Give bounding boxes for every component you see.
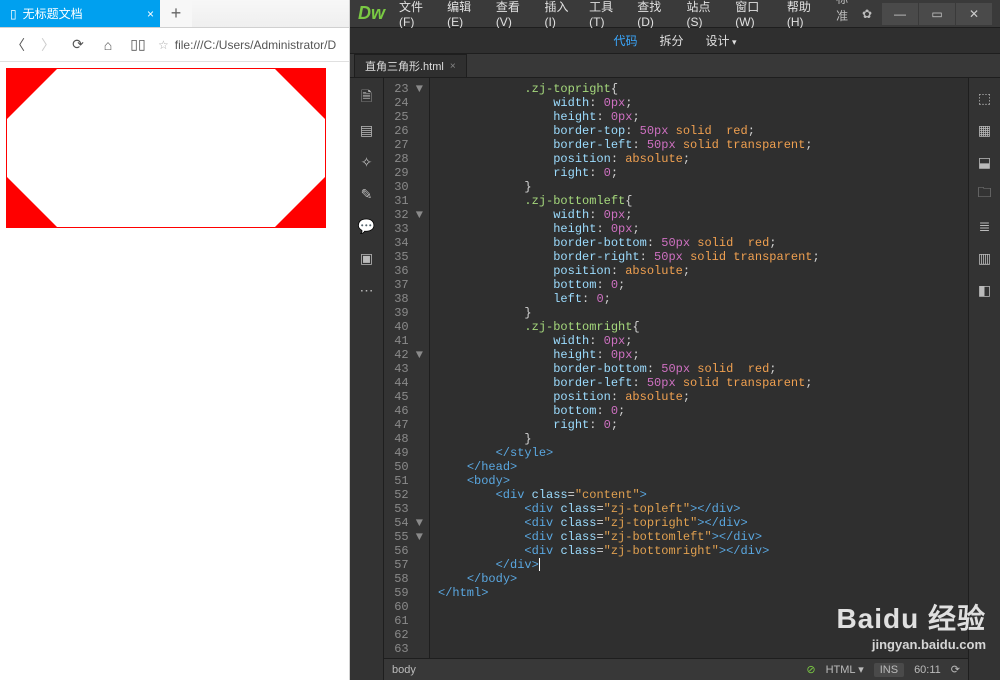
workarea: 🗎 ▤ ✧ ✎ 💬 ▣ ⋯ 23 ▼ 24 25 26 27 28 29 30 …	[350, 78, 1000, 680]
comment-icon[interactable]: 💬	[357, 216, 377, 236]
browser-tab[interactable]: ▯ 无标题文档 ×	[0, 0, 160, 27]
close-tab-icon[interactable]: ×	[147, 7, 154, 21]
line-gutter[interactable]: 23 ▼ 24 25 26 27 28 29 30 31 32 ▼ 33 34 …	[384, 78, 430, 658]
favorite-icon[interactable]: ☆	[158, 38, 169, 52]
code-lines[interactable]: .zj-topright{ width: 0px; height: 0px; b…	[430, 78, 968, 658]
dom-icon[interactable]: ▤	[357, 120, 377, 140]
left-tool-rail: 🗎 ▤ ✧ ✎ 💬 ▣ ⋯	[350, 78, 384, 680]
dreamweaver-window: Dw 文件(F) 编辑(E) 查看(V) 插入(I) 工具(T) 查找(D) 站点(S) 窗口…	[350, 0, 1000, 680]
triangle-bottomright	[275, 177, 325, 227]
view-code-tab[interactable]: 代码	[613, 32, 637, 49]
more-icon[interactable]: ⋯	[357, 280, 377, 300]
file-icon[interactable]: 🗎	[357, 88, 377, 108]
dw-logo: Dw	[358, 3, 385, 24]
browser-window: ▯ 无标题文档 × + 〈 〉 ⟳ ⌂ ▯▯ ☆ file:///C:/User…	[0, 0, 350, 680]
browser-tabstrip: ▯ 无标题文档 × +	[0, 0, 349, 28]
menu-item[interactable]: 文件(F)	[399, 0, 433, 29]
dom-path[interactable]: body	[392, 664, 416, 676]
file-tab-close-icon[interactable]: ×	[450, 61, 456, 72]
reader-icon[interactable]: ▯▯	[128, 35, 148, 55]
right-panel-rail: ⬚ ▦ ⬓ 🗀 ≣ ▥ ◧	[968, 78, 1000, 680]
behaviours-icon[interactable]: ◧	[975, 280, 995, 300]
menu-item[interactable]: 插入(I)	[545, 0, 576, 29]
forward-icon[interactable]: 〉	[38, 35, 58, 55]
status-ok-icon[interactable]: ⊘	[806, 663, 815, 676]
window-close-button[interactable]: ✕	[956, 3, 992, 25]
dw-menubar: 文件(F) 编辑(E) 查看(V) 插入(I) 工具(T) 查找(D) 站点(S) 窗口(W)…	[399, 0, 822, 29]
menu-item[interactable]: 工具(T)	[589, 0, 623, 29]
triangle-bottomleft	[7, 177, 57, 227]
triangle-topright	[275, 69, 325, 119]
file-tab[interactable]: 直角三角形.html ×	[354, 54, 467, 77]
menu-item[interactable]: 站点(S)	[687, 0, 722, 29]
reload-icon[interactable]: ⟳	[68, 35, 88, 55]
file-tab-name: 直角三角形.html	[365, 58, 444, 74]
new-tab-button[interactable]: +	[160, 0, 192, 27]
address-bar[interactable]: ☆ file:///C:/Users/Administrator/D	[158, 38, 341, 52]
snippets-icon[interactable]: ≣	[975, 216, 995, 236]
home-icon[interactable]: ⌂	[98, 35, 118, 55]
insert-icon[interactable]: ▦	[975, 120, 995, 140]
menu-item[interactable]: 编辑(E)	[447, 0, 482, 29]
content-box	[6, 68, 326, 228]
status-insert-mode[interactable]: INS	[874, 663, 904, 677]
wand-icon[interactable]: ✧	[357, 152, 377, 172]
address-text: file:///C:/Users/Administrator/D	[175, 38, 336, 52]
library-icon[interactable]: ▥	[975, 248, 995, 268]
status-bar: body ⊘ HTML ▾ INS 60:11 ⟳	[384, 658, 968, 680]
view-split-tab[interactable]: 拆分	[659, 32, 683, 49]
menu-item[interactable]: 帮助(H)	[787, 0, 822, 29]
window-minimize-button[interactable]: —	[882, 3, 918, 25]
view-design-tab[interactable]: 设计	[705, 32, 736, 49]
brush-icon[interactable]: ✎	[357, 184, 377, 204]
collapse-icon[interactable]: ▣	[357, 248, 377, 268]
view-switcher: 代码 拆分 设计	[350, 28, 1000, 54]
status-sync-icon[interactable]: ⟳	[951, 663, 960, 676]
window-maximize-button[interactable]: ▭	[919, 3, 955, 25]
browser-toolbar: 〈 〉 ⟳ ⌂ ▯▯ ☆ file:///C:/Users/Administra…	[0, 28, 349, 62]
menu-item[interactable]: 查找(D)	[637, 0, 672, 29]
page-icon: ▯	[10, 7, 17, 21]
file-tab-row: 直角三角形.html ×	[350, 54, 1000, 78]
assets-icon[interactable]: ⬚	[975, 88, 995, 108]
triangle-topleft	[7, 69, 57, 119]
menu-item[interactable]: 窗口(W)	[735, 0, 773, 29]
menu-item[interactable]: 查看(V)	[496, 0, 531, 29]
status-cursor-pos: 60:11	[914, 664, 941, 676]
page-viewport	[0, 62, 349, 680]
settings-icon[interactable]: ✿	[862, 7, 872, 21]
status-language[interactable]: HTML ▾	[826, 663, 864, 676]
css-icon[interactable]: ⬓	[975, 152, 995, 172]
files-icon[interactable]: 🗀	[975, 184, 995, 204]
code-editor[interactable]: 23 ▼ 24 25 26 27 28 29 30 31 32 ▼ 33 34 …	[384, 78, 968, 680]
back-icon[interactable]: 〈	[8, 35, 28, 55]
browser-tab-title: 无标题文档	[23, 5, 83, 22]
dw-titlebar: Dw 文件(F) 编辑(E) 查看(V) 插入(I) 工具(T) 查找(D) 站点(S) 窗口…	[350, 0, 1000, 28]
